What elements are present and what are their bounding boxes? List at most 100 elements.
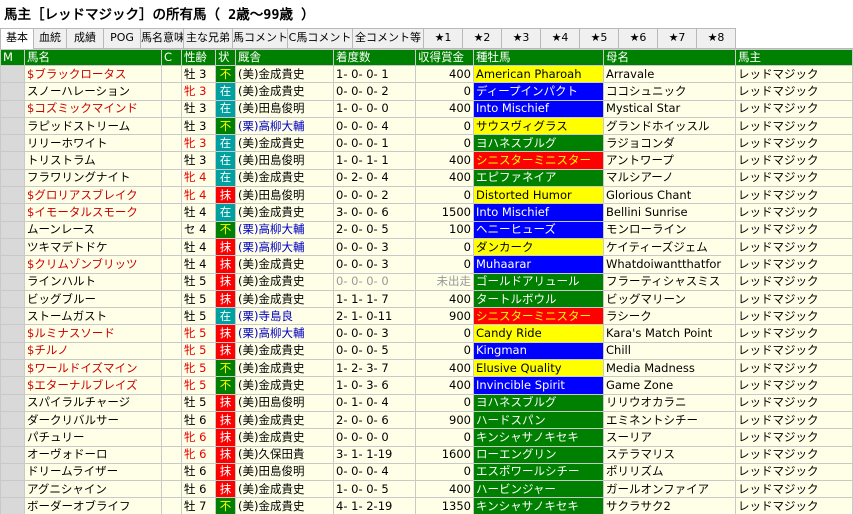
row-marker-cell	[0, 64, 25, 84]
table-body: $ブラックロータス牡 3 不 (美)金成貴史 1- 0- 0- 1 400 America…	[0, 64, 853, 514]
stable: (美)金成貴史	[235, 480, 334, 499]
status-badge: 在	[215, 307, 236, 326]
race-record: 0- 0- 0- 5	[333, 341, 416, 361]
race-record: 0- 0- 0- 3	[333, 237, 416, 257]
table-row[interactable]: ボーダーオブライフ 牡 7 不 (美)金成貴史 4- 1- 2-19 1350 キンシャサノ…	[0, 497, 853, 514]
tab-15[interactable]: ★7	[657, 28, 697, 48]
c-cell	[161, 359, 182, 378]
column-header-0[interactable]: M	[0, 49, 25, 66]
dam-name: ケイティーズジェム	[603, 237, 736, 257]
table-row[interactable]: ツキマデトドケ牡 4 抹 (栗)高柳大輔 0- 0- 0- 3 0 ダンカーク ケイティーズ…	[0, 237, 853, 257]
table-row[interactable]: $コズミックマインド牡 3 在 (美)田島俊明 1- 0- 0- 0 400 Into M…	[0, 99, 853, 118]
c-cell	[161, 168, 182, 188]
tab-12[interactable]: ★4	[540, 28, 580, 48]
tab-7[interactable]: C馬コメント	[287, 28, 353, 48]
table-row[interactable]: スパイラルチャージ牡 5 抹 (美)田島俊明 0- 1- 0- 4 0 ヨハネスブルグ リリ…	[0, 393, 853, 412]
table-row[interactable]: $ワールドイズマイン牝 5 不 (美)金成貴史 1- 2- 3- 7 400 Elusiv…	[0, 359, 853, 378]
sex: 牝	[184, 135, 196, 150]
column-header-10[interactable]: 馬主	[735, 49, 853, 66]
prize-money: 400	[415, 376, 474, 395]
column-header-6[interactable]: 着度数	[333, 49, 416, 66]
horse-name: スパイラルチャージ	[24, 393, 162, 412]
tab-5[interactable]: 主な兄弟	[183, 28, 233, 48]
c-cell	[161, 116, 182, 136]
tab-16[interactable]: ★8	[696, 28, 736, 48]
stable: (美)金成貴史	[235, 428, 334, 447]
tab-1[interactable]: 血統	[33, 28, 67, 48]
horse-table-container[interactable]: M 馬名 C 性齢状厩舎 着度数 収得賞金 種牡馬 母名 馬主 $ブラックロータス牡 3 不 (美)…	[0, 48, 853, 514]
table-row[interactable]: ストームガスト牡 5 在 (栗)寺島良 2- 1- 0-11 900 シニスターミニスター…	[0, 307, 853, 326]
tab-3[interactable]: POG	[103, 28, 141, 48]
race-record: 0- 0- 0- 0	[333, 272, 416, 291]
status-badge: 抹	[215, 445, 236, 464]
owner-name: レッドマジック	[735, 168, 853, 188]
race-record: 2- 1- 0-11	[333, 307, 416, 326]
c-cell	[161, 134, 182, 153]
race-record: 0- 0- 0- 4	[333, 116, 416, 136]
table-row[interactable]: アグニシャイン牡 6 抹 (美)金成貴史 1- 0- 0- 5 400 ハービンジャー ガー…	[0, 480, 853, 499]
table-row[interactable]: $クリムゾンブリッツ牡 4 抹 (美)金成貴史 0- 0- 0- 3 0 Muhaarar…	[0, 255, 853, 274]
stable: (栗)高柳大輔	[235, 324, 334, 343]
table-row[interactable]: ムーンレースセ 4 不 (栗)高柳大輔 2- 0- 0- 5 100 ヘニーヒューズ モンロ…	[0, 220, 853, 239]
stable: (美)金成貴史	[235, 359, 334, 378]
table-row[interactable]: スノーハレーション牝 3 在 (美)金成貴史 0- 0- 0- 2 0 ディープインパクト…	[0, 82, 853, 101]
column-header-9[interactable]: 母名	[603, 49, 736, 66]
row-marker-cell	[0, 341, 25, 361]
table-row[interactable]: ドリームライザー牡 6 抹 (美)田島俊明 0- 0- 0- 4 0 エスポワールシチーポ…	[0, 462, 853, 482]
table-row[interactable]: パチュリー牝 6 抹 (美)金成貴史 0- 0- 0- 0 0 キンシャサノキセキ スーリア…	[0, 428, 853, 447]
row-marker-cell	[0, 134, 25, 153]
tab-10[interactable]: ★2	[462, 28, 502, 48]
dam-name: グランドホイッスル	[603, 116, 736, 136]
table-row[interactable]: オーヴォドーロ牝 6 抹 (美)久保田貴 3- 1- 1-19 1600 ローエングリンス…	[0, 445, 853, 464]
horse-name: $ルミナスソード	[24, 324, 162, 343]
sire-name: ヨハネスブルグ	[473, 134, 604, 153]
race-record: 0- 0- 0- 1	[333, 134, 416, 153]
table-row[interactable]: ダークリバルサー牡 6 抹 (美)金成貴史 2- 0- 0- 6 900 ハードスパン エミ…	[0, 410, 853, 430]
prize-money: 1500	[415, 203, 474, 222]
table-row[interactable]: トリストラム牡 3 在 (美)田島俊明 1- 0- 1- 1 400 シニスターミニスター…	[0, 151, 853, 170]
table-row[interactable]: フラワリングナイト牝 4 在 (美)金成貴史 0- 2- 0- 4 400 エピファネイア…	[0, 168, 853, 188]
prize-money: 100	[415, 220, 474, 239]
age: 3	[195, 118, 207, 133]
table-row[interactable]: $イモータルスモーク牡 4 在 (美)金成貴史 3- 0- 0- 6 1500 Into …	[0, 203, 853, 222]
table-row[interactable]: $ルミナスソード牝 5 抹 (栗)高柳大輔 0- 0- 0- 3 0 Candy Ride…	[0, 324, 853, 343]
sire-name: ヘニーヒューズ	[473, 220, 604, 239]
tab-2[interactable]: 成績	[66, 28, 104, 48]
table-row[interactable]: ラピッドストリーム牡 3 不 (栗)高柳大輔 0- 0- 0- 4 0 サウスヴィグラスグ…	[0, 116, 853, 136]
column-header-8[interactable]: 種牡馬	[473, 49, 604, 66]
dam-name: Whatdoiwantthatfor	[603, 255, 736, 274]
column-header-1[interactable]: 馬名	[24, 49, 162, 66]
tab-14[interactable]: ★6	[618, 28, 658, 48]
sex: 牝	[184, 170, 196, 185]
table-row[interactable]: $エターナルブレイズ牝 5 不 (美)金成貴史 1- 0- 3- 6 400 Invinc…	[0, 376, 853, 395]
row-marker-cell	[0, 151, 25, 170]
row-marker-cell	[0, 255, 25, 274]
column-header-2[interactable]: C	[161, 49, 182, 66]
tab-0[interactable]: 基本	[0, 28, 34, 49]
table-row[interactable]: リリーホワイト牝 3 在 (美)金成貴史 0- 0- 0- 1 0 ヨハネスブルグ ラジョコ…	[0, 134, 853, 153]
tab-13[interactable]: ★5	[579, 28, 619, 48]
tab-8[interactable]: 全コメント等	[352, 28, 424, 48]
column-header-4[interactable]: 状	[215, 49, 236, 66]
column-header-7[interactable]: 収得賞金	[415, 49, 474, 66]
age: 4	[195, 187, 207, 202]
table-row[interactable]: $グロリアスブレイク牝 4 抹 (美)田島俊明 0- 0- 0- 2 0 Distorte…	[0, 186, 853, 205]
tab-4[interactable]: 馬名意味	[140, 28, 184, 48]
table-row[interactable]: ビッグブルー牡 5 抹 (美)金成貴史 1- 1- 1- 7 400 タートルボウル ビッグ…	[0, 289, 853, 309]
tab-11[interactable]: ★3	[501, 28, 541, 48]
horse-name: $ブラックロータス	[24, 64, 162, 84]
table-row[interactable]: $ブラックロータス牡 3 不 (美)金成貴史 1- 0- 0- 1 400 America…	[0, 64, 853, 84]
owner-name: レッドマジック	[735, 99, 853, 118]
tab-9[interactable]: ★1	[423, 28, 463, 48]
column-header-3[interactable]: 性齢	[181, 49, 216, 66]
table-row[interactable]: $チルノ牝 5 抹 (美)金成貴史 0- 0- 0- 5 0 Kingman Chill レッ…	[0, 341, 853, 361]
column-header-5[interactable]: 厩舎	[235, 49, 334, 66]
sex-age: 牡 4	[181, 203, 216, 222]
dam-name: サクラサク2	[603, 497, 736, 514]
tab-6[interactable]: 馬コメント	[232, 28, 288, 48]
sex-age: 牡 6	[181, 462, 216, 482]
table-row[interactable]: ラインハルト牡 5 抹 (美)金成貴史 0- 0- 0- 0 未出走 ゴールドアリュールフ…	[0, 272, 853, 291]
status-badge: 在	[215, 203, 236, 222]
status-badge: 不	[215, 359, 236, 378]
c-cell	[161, 480, 182, 499]
